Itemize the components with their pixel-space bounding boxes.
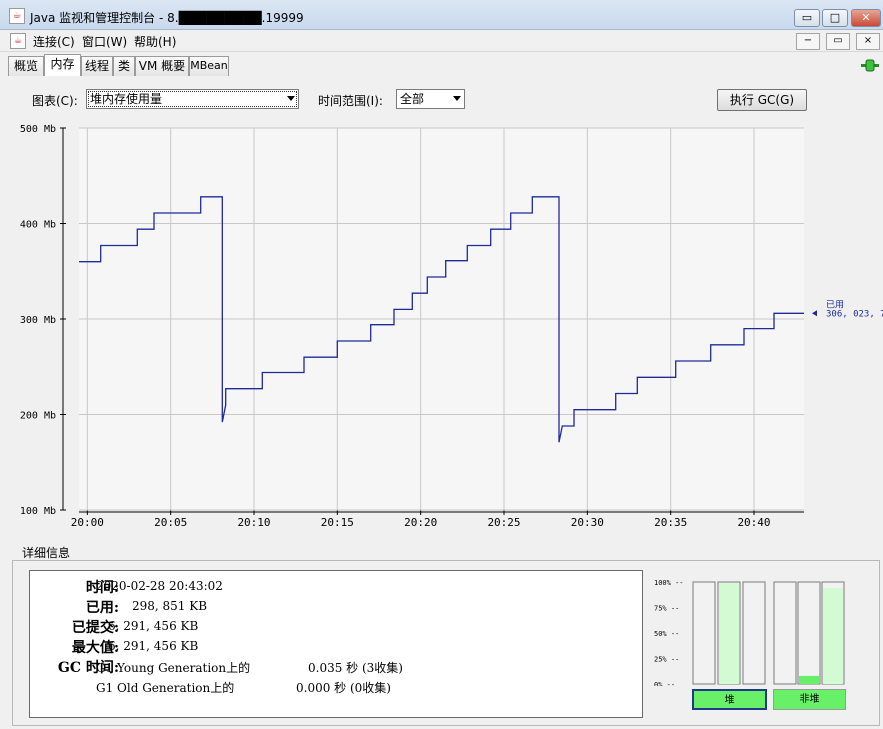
gc-young-time: 0.035 秒 (3收集) <box>308 661 403 675</box>
x-tick-label: 20:00 <box>71 516 104 529</box>
nonheap-pool-button[interactable]: 非堆 <box>773 689 846 710</box>
nonheap-pool-bar-fill <box>823 588 843 684</box>
details-info-box: 时间: 2020-02-28 20:43:02 已用: 298, 851 KB … <box>29 570 643 718</box>
title-bar: ☕ Java 监视和管理控制台 - 8.█████████.19999 ▭ □ … <box>0 0 883 30</box>
committed-label: 已提交: <box>71 620 119 636</box>
tab-classes[interactable]: 类 <box>113 56 135 76</box>
perform-gc-button[interactable]: 执行 GC(G) <box>717 89 807 111</box>
y-tick-label: 100 Mb <box>20 506 56 517</box>
gc-old-time: 0.000 秒 (0收集) <box>296 681 391 695</box>
y-tick-label: 300 Mb <box>20 315 56 326</box>
heap-pool-bar <box>742 581 766 685</box>
details-title: 详细信息 <box>22 546 71 560</box>
maximize-button[interactable]: □ <box>822 9 848 27</box>
used-value: 298, 851 KB <box>132 599 208 613</box>
chevron-down-icon <box>453 96 461 101</box>
tab-threads[interactable]: 线程 <box>81 56 113 76</box>
connection-status-icon <box>861 59 879 72</box>
x-tick-label: 20:20 <box>404 516 437 529</box>
menu-help[interactable]: 帮助(H) <box>134 33 176 50</box>
heap-pool-bar-fill <box>719 583 739 684</box>
nonheap-pool-bar <box>797 581 821 685</box>
y-tick-label: 400 Mb <box>20 220 56 231</box>
time-range-select[interactable]: 全部 <box>396 89 465 109</box>
x-tick-label: 20:30 <box>571 516 604 529</box>
x-tick-label: 20:10 <box>237 516 270 529</box>
menu-bar: ☕ 连接(C) 窗口(W) 帮助(H) <box>0 30 883 52</box>
pool-tick-label: 75% -- <box>654 605 679 613</box>
menu-window[interactable]: 窗口(W) <box>82 33 127 50</box>
time-range-label: 时间范围(I): <box>318 94 383 108</box>
window-title: Java 监视和管理控制台 - 8.█████████.19999 <box>30 11 304 25</box>
x-tick-label: 20:15 <box>321 516 354 529</box>
nonheap-pool-bar <box>773 581 797 685</box>
tab-memory[interactable]: 内存 <box>44 54 81 76</box>
y-tick-label: 500 Mb <box>20 124 56 135</box>
pool-tick-label: 0% -- <box>654 681 675 686</box>
x-tick-label: 20:35 <box>654 516 687 529</box>
inner-close-button[interactable]: × <box>856 33 880 50</box>
tab-vm-summary[interactable]: VM 概要 <box>135 56 189 76</box>
pool-tick-label: 25% -- <box>654 656 679 664</box>
tab-mbean[interactable]: MBean <box>189 56 229 76</box>
annotation-value: 306, 023, 728 <box>826 309 883 319</box>
used-label: 已用: <box>85 600 119 616</box>
chart-select-value: 堆内存使用量 <box>90 92 163 106</box>
committed-value: 6, 291, 456 KB <box>108 619 199 633</box>
x-tick-label: 20:25 <box>487 516 520 529</box>
current-value-marker <box>812 310 817 317</box>
gc-old-name: G1 Old Generation上的 <box>96 681 235 695</box>
java-menu-icon[interactable]: ☕ <box>10 33 26 49</box>
chevron-down-icon <box>287 96 295 101</box>
close-button[interactable]: ✕ <box>851 9 881 27</box>
max-value: 6, 291, 456 KB <box>108 639 199 653</box>
pool-tick-label: 100% -- <box>654 579 684 587</box>
heap-pool-bar <box>692 581 716 685</box>
heap-pool-button[interactable]: 堆 <box>692 689 767 710</box>
inner-restore-button[interactable]: ▭ <box>826 33 850 50</box>
nonheap-pool-used <box>799 675 819 684</box>
x-tick-label: 20:40 <box>737 516 770 529</box>
heap-memory-chart: 20:00 20:05 20:10 20:15 20:20 20:25 20:30 20:35… <box>20 124 883 529</box>
pool-tick-label: 50% -- <box>654 630 679 638</box>
time-range-value: 全部 <box>400 92 425 106</box>
gc-young-name: G1 Young Generation上的 <box>96 661 251 675</box>
chart-label: 图表(C): <box>32 94 78 108</box>
x-tick-label: 20:05 <box>154 516 187 529</box>
max-label: 最大值: <box>71 640 119 656</box>
memory-pool-bars: 100% -- 75% -- 50% -- 25% -- 0% -- <box>654 579 845 686</box>
minimize-button[interactable]: ▭ <box>794 9 820 27</box>
java-app-icon: ☕ <box>9 8 25 24</box>
inner-minimize-button[interactable]: − <box>796 33 820 50</box>
menu-connect[interactable]: 连接(C) <box>33 33 75 50</box>
tab-overview[interactable]: 概览 <box>8 56 44 76</box>
time-value: 2020-02-28 20:43:02 <box>96 579 223 593</box>
chart-select[interactable]: 堆内存使用量 <box>86 89 299 109</box>
y-tick-label: 200 Mb <box>20 411 56 422</box>
